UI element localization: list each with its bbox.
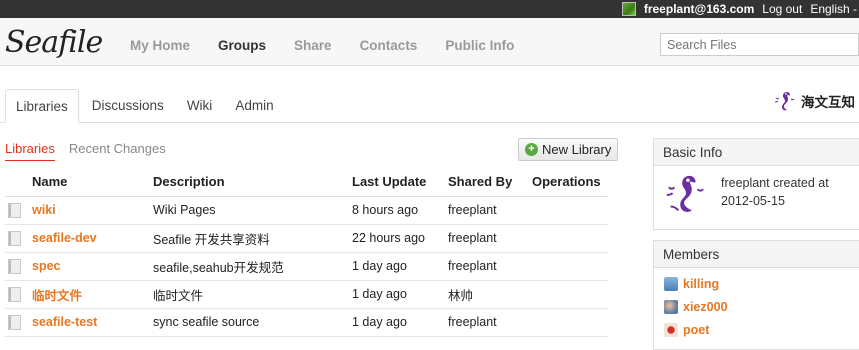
library-subtabs: Libraries Recent Changes [5,141,166,161]
new-library-button[interactable]: + New Library [518,138,619,161]
library-operations [532,196,608,225]
library-shared-by: freeplant [448,252,532,281]
library-name[interactable]: 临时文件 [32,280,153,309]
member-avatar [664,276,678,291]
libraries-table: Name Description Last Update Shared By O… [5,168,608,337]
member-item[interactable]: killing [654,272,859,295]
basic-info-title: Basic Info [654,139,859,166]
library-icon [8,258,21,274]
library-icon [8,314,21,330]
library-shared-by: freeplant [448,224,532,253]
header-last-update: Last Update [352,168,448,197]
library-last-update: 1 day ago [352,308,448,337]
search-input[interactable] [660,33,859,56]
table-row[interactable]: wiki Wiki Pages 8 hours ago freeplant [5,196,608,225]
library-icon [8,230,21,246]
library-name[interactable]: wiki [32,196,153,225]
library-shared-by: freeplant [448,308,532,337]
tab-divider [0,122,859,123]
library-description: Seafile 开发共享资料 [153,224,352,253]
user-avatar[interactable] [621,2,636,16]
plus-icon: + [525,143,538,156]
member-item[interactable]: xiez000 [654,295,859,318]
new-library-label: New Library [542,142,612,157]
library-description: Wiki Pages [153,196,352,225]
member-name[interactable]: xiez000 [683,300,727,314]
table-header-row: Name Description Last Update Shared By O… [5,168,608,197]
subtab-libraries[interactable]: Libraries [5,141,55,161]
library-shared-by: 林帅 [448,280,532,309]
header-name: Name [32,168,153,197]
created-date: 2012-05-15 [721,194,785,208]
library-operations [532,308,608,337]
library-shared-by: freeplant [448,196,532,225]
library-description: seafile,seahub开发规范 [153,252,352,281]
header-shared-by: Shared By [448,168,532,197]
library-name[interactable]: seafile-test [32,308,153,337]
table-row[interactable]: 临时文件 临时文件 1 day ago 林帅 [5,280,608,309]
tab-discussions[interactable]: Discussions [82,89,174,123]
members-panel: Members killing xiez000 poet [653,240,859,350]
member-avatar [664,299,678,314]
top-account-bar: freeplant@163.com Log out English - [0,0,859,18]
library-description: 临时文件 [153,280,352,309]
logout-link[interactable]: Log out [762,2,802,16]
library-description: sync seafile source [153,308,352,337]
main-header: Seafile My Home Groups Share Contacts Pu… [0,18,859,66]
tab-libraries[interactable]: Libraries [5,89,79,123]
nav-contacts[interactable]: Contacts [360,38,418,53]
header-icon-col [5,168,32,197]
members-title: Members [654,241,859,268]
table-row[interactable]: spec seafile,seahub开发规范 1 day ago freepl… [5,252,608,281]
group-avatar-icon [666,175,704,212]
library-name[interactable]: seafile-dev [32,224,153,253]
user-email[interactable]: freeplant@163.com [644,2,754,16]
language-selector[interactable]: English - [810,2,857,16]
member-name[interactable]: poet [683,323,709,337]
main-nav: My Home Groups Share Contacts Public Inf… [130,38,542,53]
nav-my-home[interactable]: My Home [130,38,190,53]
seahorse-icon [774,92,795,111]
library-icon [8,286,21,302]
library-last-update: 8 hours ago [352,196,448,225]
group-tabs: Libraries Discussions Wiki Admin [5,89,287,123]
table-row[interactable]: seafile-dev Seafile 开发共享资料 22 hours ago … [5,224,608,253]
member-name[interactable]: killing [683,277,719,291]
library-last-update: 1 day ago [352,280,448,309]
library-last-update: 1 day ago [352,252,448,281]
nav-share[interactable]: Share [294,38,332,53]
seafile-logo[interactable]: Seafile [5,25,103,60]
nav-public-info[interactable]: Public Info [445,38,514,53]
basic-info-panel: Basic Info freeplant created at 2012-05-… [653,138,859,230]
library-operations [532,280,608,309]
group-title: 海文互知 [773,89,855,113]
group-name: 海文互知 [801,95,855,110]
tab-wiki[interactable]: Wiki [177,89,223,123]
header-operations: Operations [532,168,608,197]
member-avatar [664,322,678,337]
created-by-text: freeplant created at [721,176,829,190]
table-row[interactable]: seafile-test sync seafile source 1 day a… [5,308,608,337]
library-operations [532,252,608,281]
library-icon [8,202,21,218]
library-operations [532,224,608,253]
header-description: Description [153,168,352,197]
member-item[interactable]: poet [654,318,859,341]
nav-groups[interactable]: Groups [218,38,266,53]
library-last-update: 22 hours ago [352,224,448,253]
tab-admin[interactable]: Admin [225,89,283,123]
subtab-recent-changes[interactable]: Recent Changes [69,141,166,161]
library-name[interactable]: spec [32,252,153,281]
